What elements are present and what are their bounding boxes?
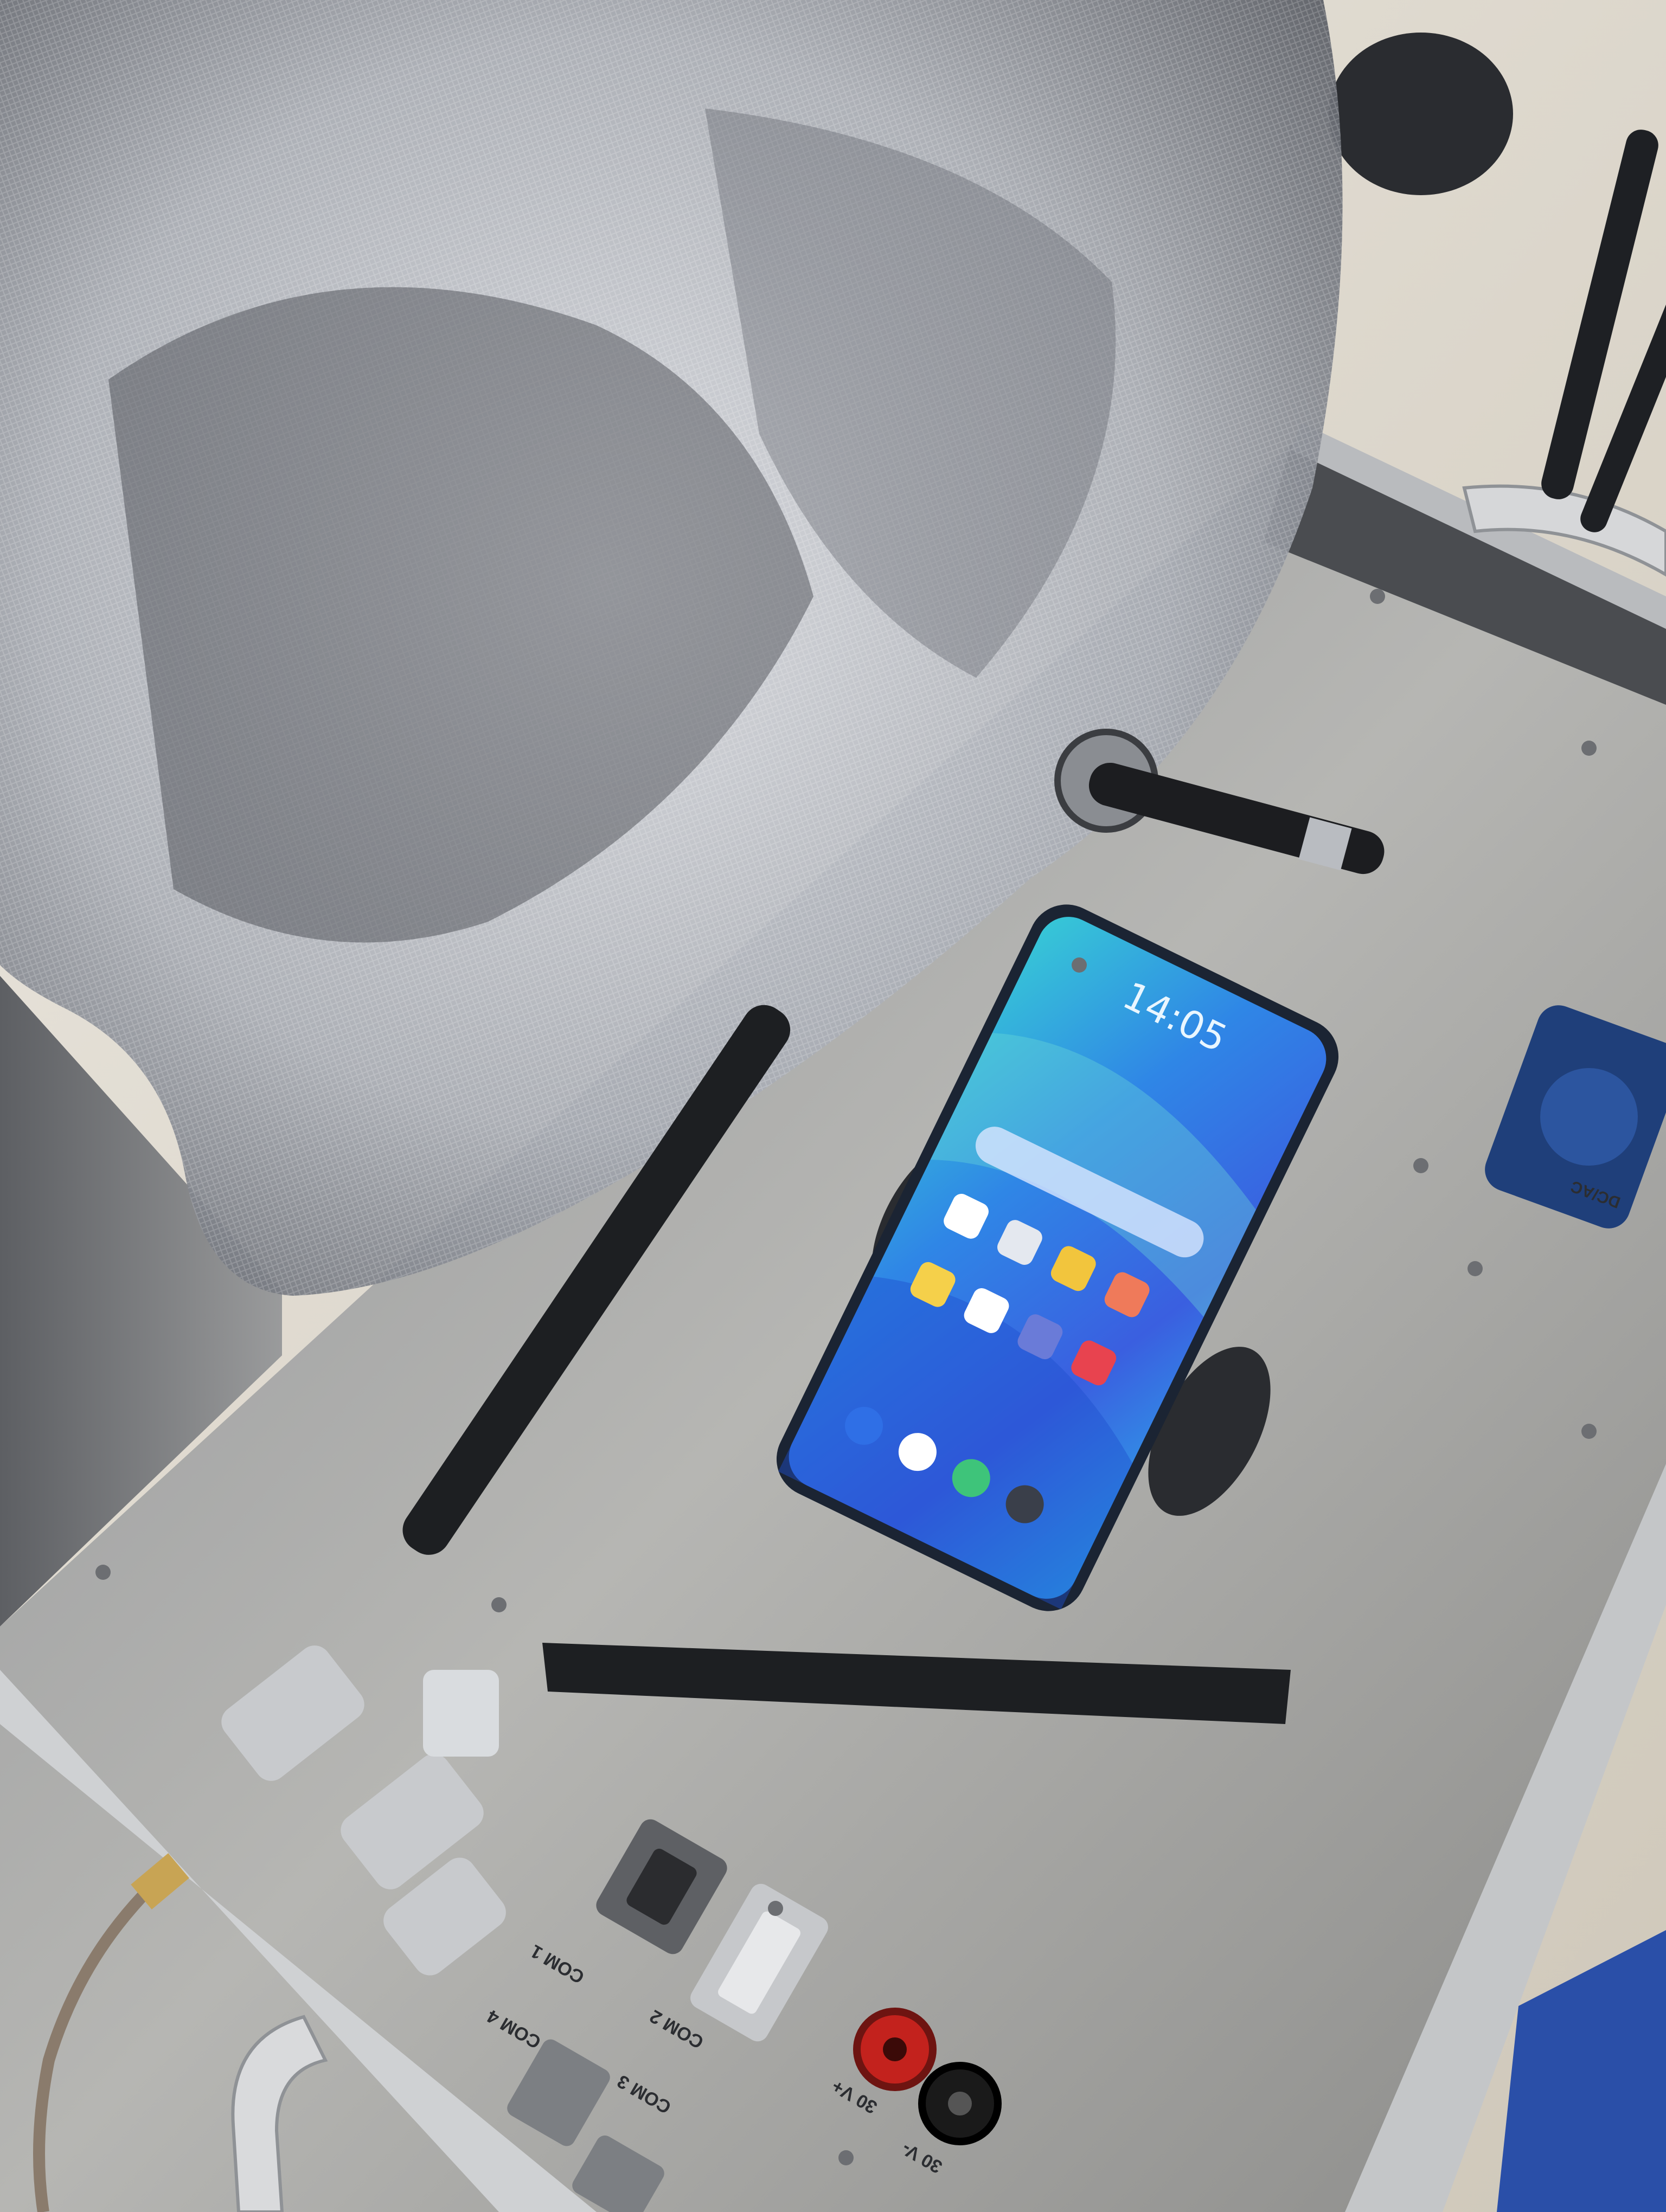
computer-mouse xyxy=(1329,33,1513,195)
photo-scene: 14:05 COM 1 COM 2 COM 3 COM 4 30 V+ 30 V… xyxy=(0,0,1666,2212)
